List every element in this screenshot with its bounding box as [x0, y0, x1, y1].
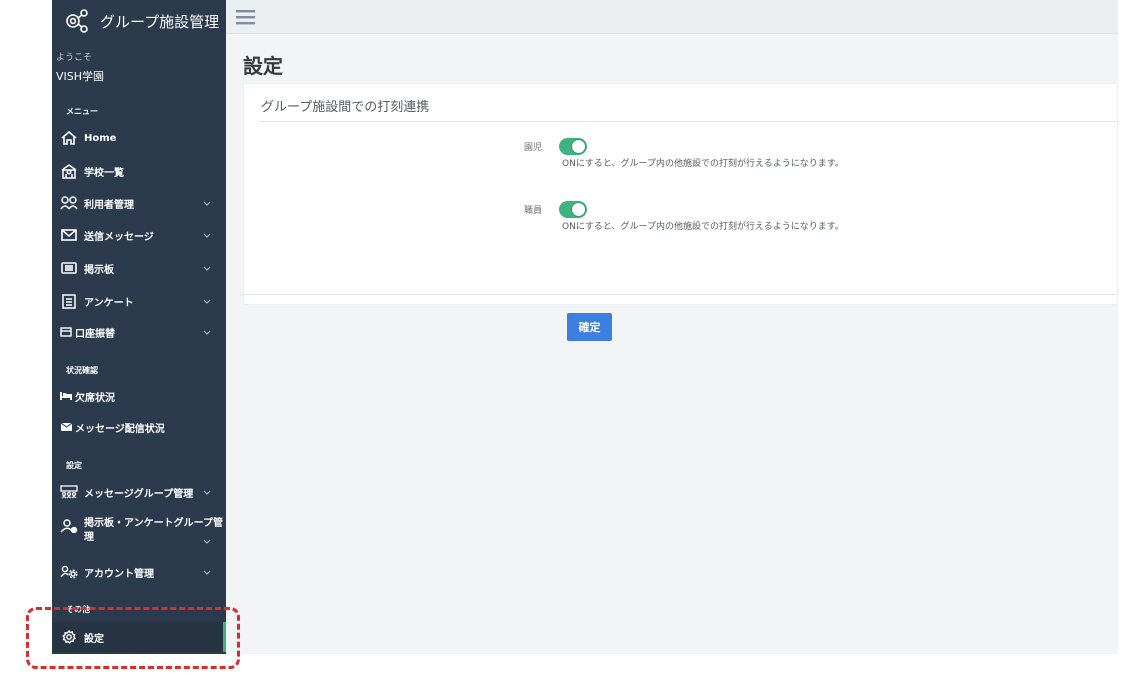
sidebar-item-label: 利用者管理: [84, 199, 134, 211]
section-label-settings: 設定: [66, 461, 82, 470]
users-icon: [60, 194, 78, 212]
home-icon: [60, 129, 78, 147]
sidebar-item-label: 欠席状況: [75, 392, 115, 404]
chevron-down-icon: [202, 263, 212, 273]
user-group-icon: [60, 517, 78, 535]
sidebar-item-survey[interactable]: アンケート: [52, 286, 226, 316]
sidebar-item-board-survey-group-management[interactable]: 掲示板・アンケートグループ管理: [52, 513, 226, 553]
group-icon: [60, 483, 78, 501]
sidebar-item-bulletin-board[interactable]: 掲示板: [52, 253, 226, 283]
section-label-menu: メニュー: [66, 107, 98, 116]
sidebar-item-label: 口座振替: [75, 328, 115, 340]
chevron-down-icon: [202, 487, 212, 497]
sidebar-item-settings[interactable]: 設定: [52, 622, 226, 652]
chevron-down-icon: [202, 567, 212, 577]
chevron-down-icon: [202, 327, 212, 337]
page-title: 設定: [243, 54, 283, 78]
sidebar-item-label: Home: [84, 132, 117, 144]
brand[interactable]: グループ施設管理: [52, 0, 226, 42]
chevron-down-icon: [202, 198, 212, 208]
sidebar-item-message-delivery-status[interactable]: メッセージ配信状況: [52, 412, 226, 442]
hamburger-menu-icon[interactable]: [236, 8, 256, 26]
bed-icon: [60, 387, 72, 405]
top-bar: [226, 0, 1118, 34]
welcome-text: ようこそ: [56, 53, 93, 63]
group-facility-logo-icon: [64, 8, 90, 34]
sidebar: グループ施設管理 ようこそ VISH学園 メニュー Home 学校一覧 利用者管…: [52, 0, 226, 654]
school-name: VISH学園: [56, 70, 105, 83]
gear-icon: [60, 628, 78, 646]
sidebar-item-message-group-management[interactable]: メッセージグループ管理: [52, 477, 226, 507]
sidebar-item-account-management[interactable]: アカウント管理: [52, 557, 226, 587]
sidebar-item-user-management[interactable]: 利用者管理: [52, 188, 226, 218]
row-label-staff: 職員: [524, 206, 543, 216]
divider: [240, 294, 1118, 295]
sidebar-item-label: 送信メッセージ: [84, 231, 154, 243]
settings-card: グループ施設間での打刻連携 園児 ONにすると、グループ内の他施設での打刻が行え…: [243, 83, 1119, 305]
sidebar-item-label: アカウント管理: [84, 568, 154, 580]
sidebar-item-home[interactable]: Home: [52, 123, 226, 153]
section-label-status: 状況確認: [66, 366, 98, 375]
main-content: 設定 グループ施設間での打刻連携 園児 ONにすると、グループ内の他施設での打刻…: [226, 34, 1119, 654]
sidebar-item-label: メッセージグループ管理: [84, 488, 194, 500]
toggle-knob: [571, 139, 586, 154]
toggle-knob: [571, 202, 586, 217]
sidebar-item-label: メッセージ配信状況: [75, 423, 165, 435]
survey-icon: [60, 292, 78, 310]
account-settings-icon: [60, 563, 78, 581]
app-root: グループ施設管理 ようこそ VISH学園 メニュー Home 学校一覧 利用者管…: [0, 0, 1134, 679]
section-label-other: その他: [66, 605, 90, 614]
sidebar-item-label: 学校一覧: [84, 167, 124, 179]
row-description-staff: ONにすると、グループ内の他施設での打刻が行えるようになります。: [562, 222, 844, 232]
sidebar-item-label: 掲示板: [84, 264, 114, 276]
sidebar-item-label: アンケート: [84, 297, 134, 309]
board-icon: [60, 259, 78, 277]
divider: [258, 121, 1119, 122]
toggle-staff[interactable]: [559, 201, 587, 218]
chevron-down-icon: [202, 536, 212, 546]
sidebar-item-bank-transfer[interactable]: 口座振替: [52, 317, 226, 347]
mail-icon: [60, 226, 78, 244]
app-title: グループ施設管理: [100, 12, 220, 31]
school-icon: [60, 162, 78, 180]
sidebar-item-school-list[interactable]: 学校一覧: [52, 156, 226, 186]
card-title: グループ施設間での打刻連携: [261, 100, 430, 115]
toggle-children[interactable]: [559, 138, 587, 155]
row-label-children: 園児: [524, 143, 543, 153]
card-icon: [60, 323, 72, 341]
chevron-down-icon: [202, 296, 212, 306]
confirm-button[interactable]: 確定: [567, 313, 612, 341]
envelope-icon: [60, 418, 72, 436]
sidebar-item-absence-status[interactable]: 欠席状況: [52, 381, 226, 411]
sidebar-item-sent-messages[interactable]: 送信メッセージ: [52, 220, 226, 250]
row-description-children: ONにすると、グループ内の他施設での打刻が行えるようになります。: [562, 159, 844, 169]
sidebar-item-label: 設定: [84, 633, 104, 645]
chevron-down-icon: [202, 230, 212, 240]
